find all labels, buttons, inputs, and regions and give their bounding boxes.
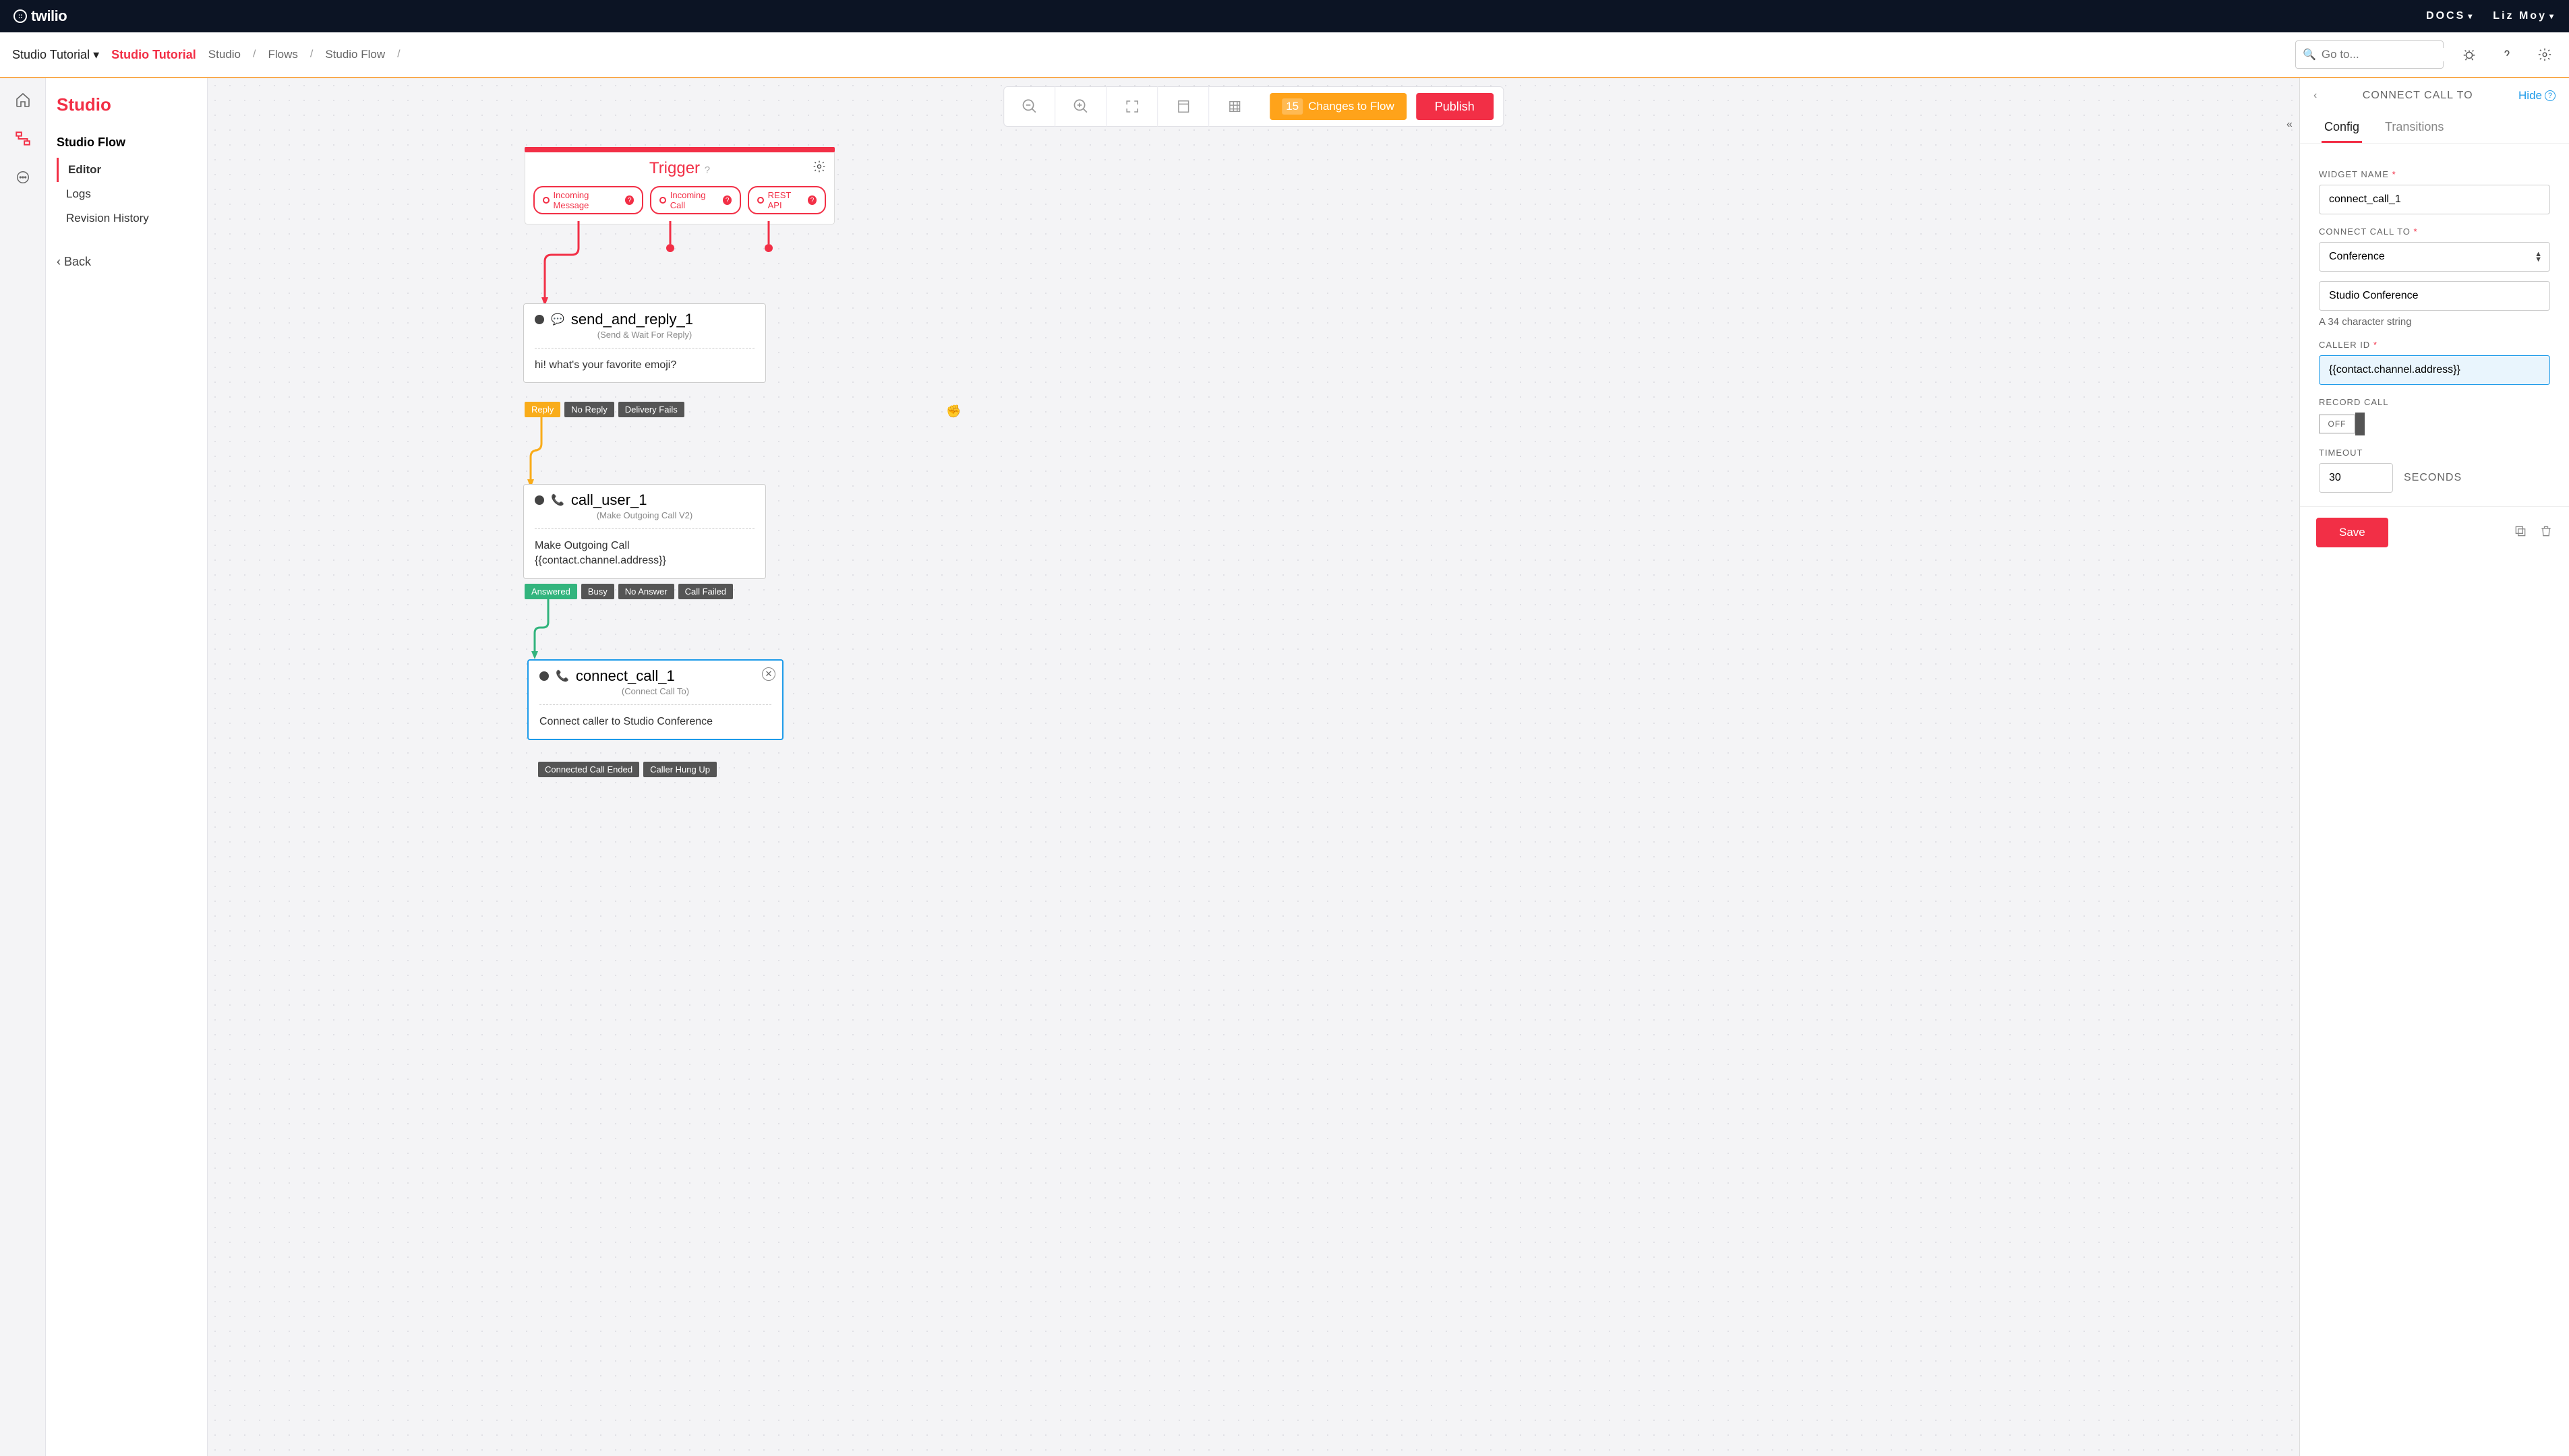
send-reply-widget[interactable]: 💬send_and_reply_1 (Send & Wait For Reply… bbox=[523, 303, 766, 383]
topbar: :: twilio DOCS▾ Liz Moy▾ bbox=[0, 0, 2569, 32]
zoom-in-button[interactable] bbox=[1055, 86, 1106, 127]
canvas[interactable]: 15Changes to Flow Publish Trigger ? Inco… bbox=[208, 78, 2299, 1456]
side-item-logs[interactable]: Logs bbox=[57, 182, 196, 206]
home-icon[interactable] bbox=[15, 92, 31, 111]
more-icon[interactable] bbox=[16, 170, 30, 188]
phone-icon: 📞 bbox=[551, 493, 564, 507]
select-arrows-icon: ▲▼ bbox=[2535, 251, 2542, 262]
event-rest-api[interactable]: REST API? bbox=[748, 186, 826, 214]
brand-text: twilio bbox=[31, 7, 67, 25]
flow-name[interactable]: Studio Flow bbox=[57, 135, 196, 150]
zoom-out-button[interactable] bbox=[1004, 86, 1055, 127]
help-icon[interactable] bbox=[2495, 42, 2519, 67]
trigger-widget[interactable]: Trigger ? Incoming Message? Incoming Cal… bbox=[525, 147, 835, 224]
hide-button[interactable]: Hide? bbox=[2518, 89, 2556, 102]
docs-menu[interactable]: DOCS▾ bbox=[2426, 10, 2474, 22]
conference-hint: A 34 character string bbox=[2319, 316, 2550, 328]
conference-name-input[interactable] bbox=[2319, 281, 2550, 311]
close-icon[interactable]: ✕ bbox=[762, 667, 775, 681]
project-name: Studio Tutorial bbox=[111, 48, 196, 62]
breadcrumb[interactable]: Studio bbox=[208, 48, 241, 61]
config-title: CONNECT CALL TO bbox=[2363, 90, 2473, 102]
studio-icon[interactable] bbox=[14, 130, 32, 151]
output-noanswer[interactable]: No Answer bbox=[618, 584, 674, 599]
gear-icon[interactable] bbox=[813, 159, 826, 178]
canvas-toolbar: 15Changes to Flow Publish bbox=[1003, 86, 1504, 127]
changes-button[interactable]: 15Changes to Flow bbox=[1270, 93, 1407, 120]
help-icon[interactable]: ? bbox=[705, 164, 710, 176]
timeout-input[interactable] bbox=[2319, 463, 2393, 493]
timeout-unit: SECONDS bbox=[2404, 472, 2462, 484]
nav-rail bbox=[0, 78, 46, 1456]
chevron-down-icon: ▾ bbox=[93, 48, 99, 61]
breadcrumb[interactable]: Studio Flow bbox=[325, 48, 385, 61]
record-toggle[interactable]: OFF bbox=[2319, 413, 2550, 435]
search-icon: 🔍 bbox=[2303, 48, 2316, 61]
caller-id-input[interactable] bbox=[2319, 355, 2550, 385]
widget-name-input[interactable] bbox=[2319, 185, 2550, 214]
output-deliveryfails[interactable]: Delivery Fails bbox=[618, 402, 684, 417]
tab-transitions[interactable]: Transitions bbox=[2382, 113, 2446, 143]
output-caller-hungup[interactable]: Caller Hung Up bbox=[643, 762, 717, 777]
logo[interactable]: :: twilio bbox=[13, 7, 67, 25]
output-noreply[interactable]: No Reply bbox=[564, 402, 614, 417]
connect-to-select[interactable] bbox=[2319, 242, 2550, 272]
side-panel: Studio Studio Flow Editor Logs Revision … bbox=[46, 78, 208, 1456]
side-item-editor[interactable]: Editor bbox=[57, 158, 196, 182]
search-input[interactable] bbox=[2322, 48, 2471, 61]
tab-config[interactable]: Config bbox=[2322, 113, 2362, 143]
project-selector[interactable]: Studio Tutorial ▾ bbox=[12, 48, 99, 62]
connect-call-widget[interactable]: ✕ 📞connect_call_1 (Connect Call To) Conn… bbox=[527, 659, 784, 740]
search-box[interactable]: 🔍 bbox=[2295, 40, 2444, 69]
output-connected-ended[interactable]: Connected Call Ended bbox=[538, 762, 639, 777]
event-incoming-call[interactable]: Incoming Call? bbox=[650, 186, 741, 214]
collapse-icon[interactable]: « bbox=[2286, 119, 2293, 131]
publish-button[interactable]: Publish bbox=[1416, 93, 1494, 120]
delete-icon[interactable] bbox=[2539, 524, 2553, 541]
twilio-icon: :: bbox=[13, 9, 27, 23]
call-user-widget[interactable]: 📞call_user_1 (Make Outgoing Call V2) Mak… bbox=[523, 484, 766, 579]
chevron-down-icon: ▾ bbox=[2549, 11, 2556, 21]
output-busy[interactable]: Busy bbox=[581, 584, 614, 599]
event-incoming-message[interactable]: Incoming Message? bbox=[533, 186, 643, 214]
duplicate-icon[interactable] bbox=[2514, 524, 2527, 541]
config-panel: « ‹ CONNECT CALL TO Hide? Config Transit… bbox=[2299, 78, 2569, 1456]
save-button[interactable]: Save bbox=[2316, 518, 2388, 547]
pan-cursor-icon: ✊ bbox=[946, 404, 961, 419]
grid-button[interactable] bbox=[1209, 86, 1260, 127]
output-reply[interactable]: Reply bbox=[525, 402, 560, 417]
breadcrumb[interactable]: Flows bbox=[268, 48, 297, 61]
back-link[interactable]: ‹ Back bbox=[57, 255, 196, 269]
settings-icon[interactable] bbox=[2533, 42, 2557, 67]
section-title: Studio bbox=[57, 94, 196, 115]
output-callfailed[interactable]: Call Failed bbox=[678, 584, 733, 599]
chevron-down-icon: ▾ bbox=[2468, 11, 2474, 21]
debug-icon[interactable] bbox=[2457, 42, 2481, 67]
user-menu[interactable]: Liz Moy▾ bbox=[2493, 10, 2556, 22]
chat-icon: 💬 bbox=[551, 313, 564, 326]
layout-button[interactable] bbox=[1158, 86, 1209, 127]
back-icon[interactable]: ‹ bbox=[2313, 90, 2317, 102]
side-item-revision[interactable]: Revision History bbox=[57, 206, 196, 231]
fit-button[interactable] bbox=[1106, 86, 1158, 127]
subheader: Studio Tutorial ▾ Studio Tutorial Studio… bbox=[0, 32, 2569, 78]
output-answered[interactable]: Answered bbox=[525, 584, 577, 599]
phone-icon: 📞 bbox=[556, 669, 569, 683]
